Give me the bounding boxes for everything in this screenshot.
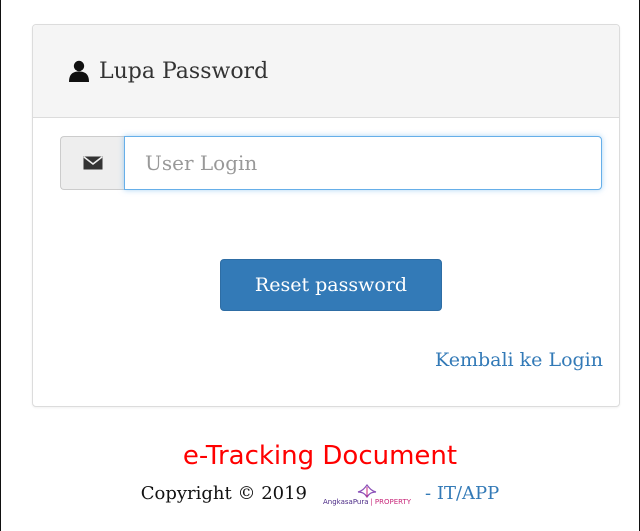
panel-title: Lupa Password [99, 58, 269, 84]
envelope-icon [83, 156, 102, 170]
user-login-group [60, 136, 602, 190]
logo-brand: AngkasaPura [323, 498, 369, 506]
logo-property: PROPERTY [374, 498, 412, 506]
user-login-input[interactable] [124, 136, 602, 190]
it-app-label: - IT/APP [425, 482, 500, 504]
logo-separator: | [370, 498, 373, 506]
panel-heading: Lupa Password [33, 25, 619, 118]
copyright-text: Copyright © 2019 [140, 482, 307, 504]
logo-mark-icon [357, 484, 377, 498]
footer-copyright: Copyright © 2019 AngkasaPura | PROPERTY - … [0, 482, 640, 507]
app-title: e-Tracking Document [182, 441, 458, 471]
forgot-password-panel: Lupa Password Reset password Kembali ke … [32, 24, 620, 407]
input-addon [60, 136, 124, 190]
angkasapura-property-logo: AngkasaPura | PROPERTY [323, 484, 411, 506]
reset-password-button[interactable]: Reset password [220, 259, 442, 311]
user-icon [69, 60, 89, 82]
back-to-login-link[interactable]: Kembali ke Login [435, 349, 603, 371]
